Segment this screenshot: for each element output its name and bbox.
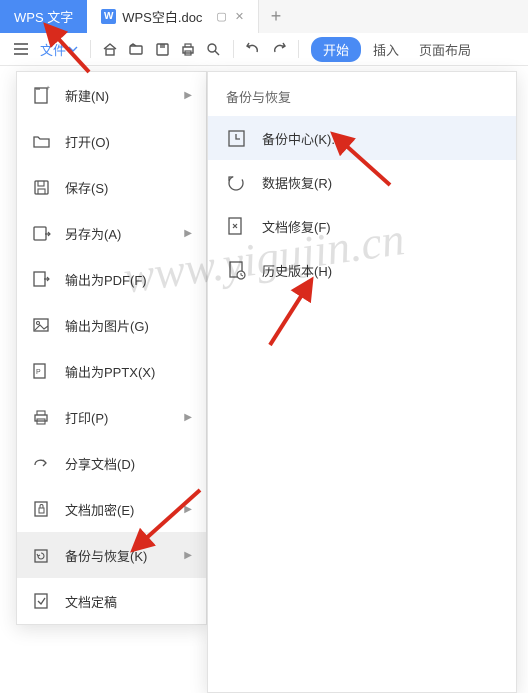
finalize-icon (31, 591, 51, 611)
data-recovery-icon (226, 172, 246, 192)
tab-document-label: WPS空白.doc (122, 7, 202, 26)
save-icon (31, 177, 51, 197)
submenu-item-data-recovery[interactable]: 数据恢复(R) (208, 160, 516, 204)
menu-item-saveas[interactable]: 另存为(A) ▶ (17, 210, 206, 256)
restore-window-icon[interactable]: ▢ (216, 10, 226, 23)
svg-text:P: P (36, 369, 41, 376)
share-icon (31, 453, 51, 473)
menu-item-encrypt[interactable]: 文档加密(E) ▶ (17, 486, 206, 532)
undo-icon[interactable] (242, 38, 264, 60)
tab-bar: WPS 文字 W WPS空白.doc ▢ ✕ + (0, 0, 528, 33)
menu-item-label: 新建(N) (65, 86, 184, 105)
submenu-item-label: 备份中心(K)... (262, 129, 342, 148)
submenu-arrow-icon: ▶ (184, 550, 192, 561)
chevron-down-icon (68, 46, 78, 52)
menu-item-save[interactable]: 保存(S) (17, 164, 206, 210)
backup-center-icon (226, 128, 246, 148)
open-folder-icon (31, 131, 51, 151)
tab-app-label: WPS 文字 (14, 7, 73, 26)
tab-app[interactable]: WPS 文字 (0, 0, 87, 33)
menu-item-label: 另存为(A) (65, 224, 184, 243)
menu-item-new[interactable]: + 新建(N) ▶ (17, 72, 206, 118)
menu-item-label: 打开(O) (65, 132, 192, 151)
saveas-icon (31, 223, 51, 243)
toolbar-separator (233, 40, 234, 58)
file-menu-button[interactable]: 文件 (36, 38, 82, 61)
submenu-item-label: 历史版本(H) (262, 261, 332, 280)
hamburger-icon[interactable] (10, 38, 32, 60)
doc-type-icon: W (101, 9, 116, 24)
menu-item-label: 文档定稿 (65, 592, 192, 611)
export-image-icon (31, 315, 51, 335)
submenu-title: 备份与恢复 (208, 72, 516, 116)
menu-item-print[interactable]: 打印(P) ▶ (17, 394, 206, 440)
menu-item-label: 输出为图片(G) (65, 316, 192, 335)
preview-icon[interactable] (203, 38, 225, 60)
menu-item-share[interactable]: 分享文档(D) (17, 440, 206, 486)
submenu-arrow-icon: ▶ (184, 504, 192, 515)
toolbar: 文件 开始 插入 页面布局 (0, 33, 528, 66)
menu-item-label: 备份与恢复(K) (65, 546, 184, 565)
file-menu-label: 文件 (40, 40, 66, 59)
svg-text:+: + (46, 85, 50, 92)
submenu-arrow-icon: ▶ (184, 228, 192, 239)
export-pdf-icon (31, 269, 51, 289)
menu-item-open[interactable]: 打开(O) (17, 118, 206, 164)
toolbar-separator (298, 40, 299, 58)
tab-window-ops: ▢ ✕ (216, 10, 244, 23)
menu-item-label: 文档加密(E) (65, 500, 184, 519)
backup-restore-icon (31, 545, 51, 565)
redo-icon[interactable] (268, 38, 290, 60)
submenu-arrow-icon: ▶ (184, 412, 192, 423)
export-pptx-icon: P (31, 361, 51, 381)
add-tab-button[interactable]: + (259, 0, 293, 33)
menu-item-label: 输出为PDF(F) (65, 270, 192, 289)
file-dropdown-menu: + 新建(N) ▶ 打开(O) 保存(S) 另存为(A) ▶ 输出为PDF(F)… (16, 71, 207, 625)
tab-page-layout[interactable]: 页面布局 (411, 37, 479, 62)
print-icon[interactable] (177, 38, 199, 60)
menu-item-export-pptx[interactable]: P 输出为PPTX(X) (17, 348, 206, 394)
menu-item-finalize[interactable]: 文档定稿 (17, 578, 206, 624)
close-tab-icon[interactable]: ✕ (235, 10, 244, 23)
submenu-arrow-icon: ▶ (184, 90, 192, 101)
doc-repair-icon (226, 216, 246, 236)
menu-item-export-image[interactable]: 输出为图片(G) (17, 302, 206, 348)
menu-item-label: 分享文档(D) (65, 454, 192, 473)
open-folder-icon[interactable] (125, 38, 147, 60)
save-icon[interactable] (151, 38, 173, 60)
backup-restore-submenu: 备份与恢复 备份中心(K)... 数据恢复(R) 文档修复(F) 历史版本(H) (207, 71, 517, 693)
encrypt-icon (31, 499, 51, 519)
tab-document[interactable]: W WPS空白.doc ▢ ✕ (87, 0, 259, 33)
submenu-item-label: 数据恢复(R) (262, 173, 332, 192)
submenu-item-doc-repair[interactable]: 文档修复(F) (208, 204, 516, 248)
submenu-item-label: 文档修复(F) (262, 217, 331, 236)
menu-item-label: 打印(P) (65, 408, 184, 427)
new-file-icon: + (31, 85, 51, 105)
toolbar-separator (90, 40, 91, 58)
menu-item-label: 保存(S) (65, 178, 192, 197)
history-version-icon (226, 260, 246, 280)
submenu-item-backup-center[interactable]: 备份中心(K)... (208, 116, 516, 160)
tab-start[interactable]: 开始 (311, 37, 361, 62)
menu-item-export-pdf[interactable]: 输出为PDF(F) (17, 256, 206, 302)
menu-item-backup-restore[interactable]: 备份与恢复(K) ▶ (17, 532, 206, 578)
tab-insert[interactable]: 插入 (365, 37, 407, 62)
home-icon[interactable] (99, 38, 121, 60)
menu-item-label: 输出为PPTX(X) (65, 362, 192, 381)
print-icon (31, 407, 51, 427)
submenu-item-history-version[interactable]: 历史版本(H) (208, 248, 516, 292)
